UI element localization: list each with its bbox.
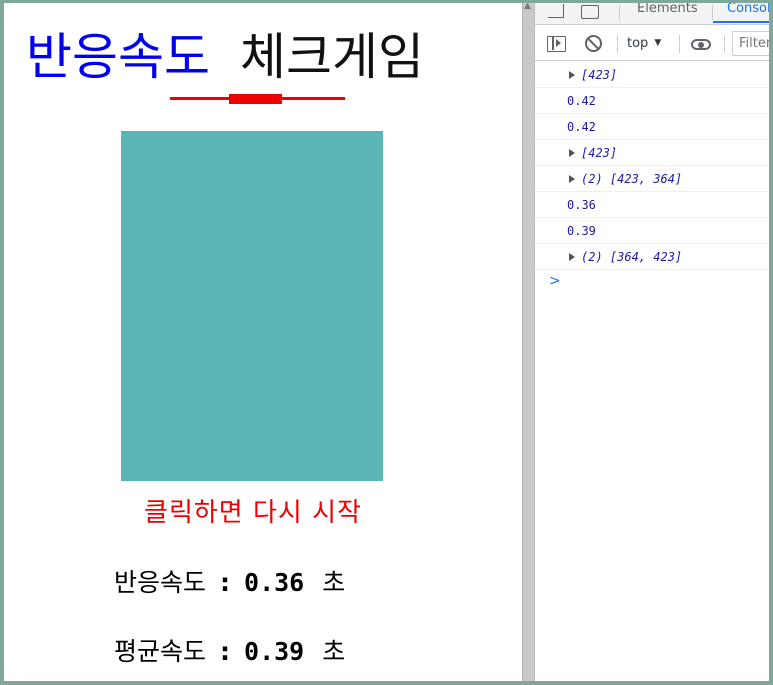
devtools-panel: Elements Console top ▼ [423] 0.42 0.42 [4… <box>535 3 769 682</box>
context-selector[interactable]: top ▼ <box>627 36 661 51</box>
expand-triangle-icon[interactable] <box>569 149 575 157</box>
reaction-speed-value: 0.36 <box>244 568 305 597</box>
restart-prompt[interactable]: 클릭하면 다시 시작 <box>4 495 502 531</box>
console-log-row: 0.42 <box>535 88 769 114</box>
active-tab-indicator <box>713 21 769 23</box>
reaction-target-box[interactable] <box>121 131 383 481</box>
toolbar-divider <box>679 35 680 53</box>
console-log-row: 0.36 <box>535 192 769 218</box>
devtools-tab-bar: Elements Console <box>535 3 769 25</box>
devtools-splitter[interactable]: ▲ <box>522 1 535 682</box>
expand-triangle-icon[interactable] <box>569 175 575 183</box>
scroll-up-arrow-icon[interactable]: ▲ <box>524 1 531 11</box>
prompt-chevron-icon: > <box>549 273 561 289</box>
inspect-element-icon[interactable] <box>548 4 564 18</box>
tab-divider <box>619 5 620 20</box>
expand-triangle-icon[interactable] <box>569 71 575 79</box>
reaction-speed-label: 반응속도 <box>114 568 207 597</box>
title-part-black: 체크게임 <box>240 28 424 86</box>
console-toolbar: top ▼ <box>535 26 769 61</box>
tab-elements[interactable]: Elements <box>637 3 698 22</box>
average-speed-stat: 평균속도:0.39 초 <box>114 634 345 670</box>
page-title: 반응속도 체크게임 <box>26 25 424 89</box>
reaction-speed-stat: 반응속도:0.36 초 <box>114 565 345 601</box>
toolbar-divider <box>724 35 725 53</box>
live-expression-eye-icon[interactable] <box>691 39 711 50</box>
tab-console[interactable]: Console <box>727 3 769 22</box>
clear-console-icon[interactable] <box>585 35 602 52</box>
console-filter-input[interactable] <box>732 31 769 56</box>
title-underline-accent <box>229 94 282 104</box>
console-log-row: 0.39 <box>535 218 769 244</box>
show-sidebar-icon[interactable] <box>547 36 566 52</box>
console-output: [423] 0.42 0.42 [423] (2) [423, 364] 0.3… <box>535 62 769 294</box>
game-page: 반응속도 체크게임 클릭하면 다시 시작 반응속도:0.36 초 평균속도:0.3… <box>4 3 522 682</box>
console-prompt[interactable]: > <box>535 270 769 294</box>
title-part-blue: 반응속도 <box>26 28 210 86</box>
average-speed-label: 평균속도 <box>114 637 207 666</box>
console-log-row: 0.42 <box>535 114 769 140</box>
device-toolbar-icon[interactable] <box>581 5 599 19</box>
stat-separator: : <box>220 637 231 666</box>
chevron-down-icon: ▼ <box>654 38 662 48</box>
tab-divider <box>712 5 713 20</box>
expand-triangle-icon[interactable] <box>569 253 575 261</box>
unit-label: 초 <box>322 568 346 597</box>
average-speed-value: 0.39 <box>244 637 305 666</box>
stat-separator: : <box>220 568 231 597</box>
console-log-row[interactable]: [423] <box>535 62 769 88</box>
context-selector-value: top <box>627 36 649 51</box>
unit-label: 초 <box>322 637 346 666</box>
console-log-row[interactable]: (2) [364, 423] <box>535 244 769 270</box>
toolbar-divider <box>617 35 618 53</box>
console-log-row[interactable]: (2) [423, 364] <box>535 166 769 192</box>
console-log-row[interactable]: [423] <box>535 140 769 166</box>
